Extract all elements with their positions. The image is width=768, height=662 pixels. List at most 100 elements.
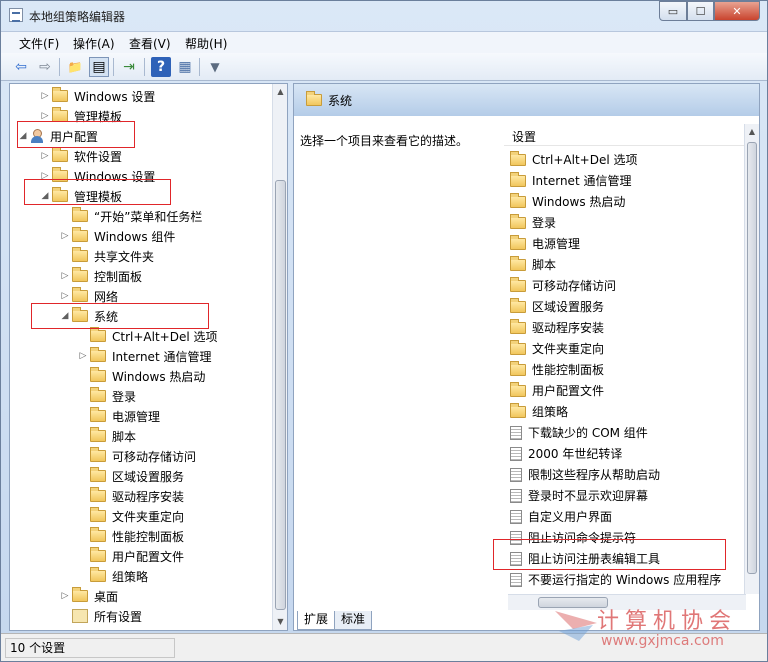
folder-icon — [510, 276, 526, 292]
forward-icon[interactable]: ⇨ — [35, 57, 55, 77]
scroll-up-icon[interactable]: ▲ — [745, 124, 759, 140]
list-item[interactable]: 登录时不显示欢迎屏幕 — [510, 485, 648, 506]
menu-view[interactable]: 查看(V) — [129, 35, 171, 52]
expand-arrow-icon[interactable]: ▷ — [58, 291, 72, 301]
tree-item-label: 用户配置 — [50, 129, 99, 144]
list-item[interactable]: Windows 热启动 — [510, 191, 625, 212]
list-item[interactable]: 不要运行指定的 Windows 应用程序 — [510, 569, 721, 590]
tree-item[interactable]: 驱动程序安装 — [76, 486, 184, 506]
tree-item[interactable]: 性能控制面板 — [76, 526, 184, 546]
hscroll-thumb[interactable] — [538, 597, 608, 608]
tree-item[interactable]: Ctrl+Alt+Del 选项 — [76, 326, 217, 346]
tree-item[interactable]: 所有设置 — [58, 606, 142, 626]
list-item[interactable]: 文件夹重定向 — [510, 338, 604, 359]
tab-extended[interactable]: 扩展 — [297, 611, 336, 630]
tree-item[interactable]: Windows 热启动 — [76, 366, 205, 386]
list-item[interactable]: 自定义用户界面 — [510, 506, 612, 527]
list-item[interactable]: 性能控制面板 — [510, 359, 604, 380]
expand-arrow-icon[interactable]: ▷ — [58, 231, 72, 241]
status-bar: 10 个设置 — [1, 633, 767, 661]
tree-item-label: 管理模板 — [74, 189, 123, 204]
list-item[interactable]: 可移动存储访问 — [510, 275, 616, 296]
expand-arrow-icon[interactable]: ▷ — [38, 151, 52, 161]
tree-item[interactable]: 区域设置服务 — [76, 466, 184, 486]
filter-icon[interactable]: ▼ — [205, 57, 225, 77]
tree-item[interactable]: 共享文件夹 — [58, 246, 154, 266]
scroll-down-icon[interactable]: ▼ — [273, 614, 287, 630]
tree-item-label: 区域设置服务 — [112, 469, 185, 484]
tree-item[interactable]: ▷ Windows 组件 — [58, 226, 175, 246]
expand-arrow-icon[interactable]: ▷ — [58, 271, 72, 281]
toolbar-separator — [144, 58, 145, 76]
show-tree-icon[interactable]: ▤ — [89, 57, 109, 77]
policy-setting-icon — [510, 551, 522, 566]
list-item[interactable]: 驱动程序安装 — [510, 317, 604, 338]
list-hscrollbar[interactable] — [508, 594, 746, 610]
tree-item[interactable]: ▷ 网络 — [58, 286, 118, 306]
tab-standard[interactable]: 标准 — [334, 611, 373, 630]
list-item[interactable]: 下载缺少的 COM 组件 — [510, 422, 648, 443]
minimize-button[interactable]: ▭ — [659, 1, 687, 21]
list-item[interactable]: 限制这些程序从帮助启动 — [510, 464, 660, 485]
column-header-settings[interactable]: 设置 — [504, 128, 744, 146]
scroll-thumb[interactable] — [275, 180, 286, 610]
scroll-up-icon[interactable]: ▲ — [273, 84, 287, 100]
tree-item[interactable]: “开始”菜单和任务栏 — [58, 206, 202, 226]
tree-item[interactable]: 可移动存储访问 — [76, 446, 196, 466]
menu-file[interactable]: 文件(F) — [19, 35, 59, 52]
details-title: 系统 — [328, 93, 353, 108]
maximize-button[interactable]: ☐ — [687, 1, 714, 21]
tree-item[interactable]: 组策略 — [76, 566, 148, 586]
tree-item-system[interactable]: ◢ 系统 — [58, 306, 118, 326]
tree-item[interactable]: ▷ Windows 设置 — [38, 166, 155, 186]
list-item[interactable]: 区域设置服务 — [510, 296, 604, 317]
tree-scrollbar[interactable]: ▲ ▼ — [272, 84, 287, 630]
expand-arrow-icon[interactable]: ▷ — [76, 351, 90, 361]
tree-item[interactable]: 脚本 — [76, 426, 136, 446]
properties-icon[interactable]: ▦ — [175, 57, 195, 77]
tree-item[interactable]: ▷ Internet 通信管理 — [76, 346, 211, 366]
tree-item[interactable]: 文件夹重定向 — [76, 506, 184, 526]
tree-item[interactable]: 用户配置文件 — [76, 546, 184, 566]
close-button[interactable]: ✕ — [714, 1, 760, 21]
up-folder-icon[interactable]: 📁 — [65, 57, 85, 77]
menu-help[interactable]: 帮助(H) — [185, 35, 227, 52]
tree-item[interactable]: ▷ 桌面 — [58, 586, 118, 606]
menu-action[interactable]: 操作(A) — [73, 35, 115, 52]
tree-item[interactable]: ▷ Windows 设置 — [38, 86, 155, 106]
list-scrollbar[interactable]: ▲ — [744, 124, 759, 594]
tree-item[interactable]: ▷ 控制面板 — [58, 266, 142, 286]
expand-arrow-icon[interactable]: ▷ — [38, 91, 52, 101]
policy-setting-icon — [510, 425, 522, 440]
list-item[interactable]: 用户配置文件 — [510, 380, 604, 401]
export-list-icon[interactable]: ⇥ — [119, 57, 139, 77]
list-item[interactable]: 2000 年世纪转译 — [510, 443, 622, 464]
expand-arrow-icon[interactable]: ▷ — [38, 171, 52, 181]
scroll-thumb[interactable] — [747, 142, 757, 574]
list-item[interactable]: 登录 — [510, 212, 556, 233]
expand-arrow-icon[interactable]: ▷ — [38, 111, 52, 121]
tree-item-admin-templates[interactable]: ◢ 管理模板 — [38, 186, 122, 206]
collapse-arrow-icon[interactable]: ◢ — [38, 191, 52, 201]
collapse-arrow-icon[interactable]: ◢ — [58, 311, 72, 321]
expand-arrow-icon[interactable]: ▷ — [58, 591, 72, 601]
tree-item[interactable]: ▷ 软件设置 — [38, 146, 122, 166]
list-item-label: 性能控制面板 — [532, 363, 605, 377]
tree-item-user-config[interactable]: ◢ 用户配置 — [16, 126, 98, 146]
back-icon[interactable]: ⇦ — [11, 57, 31, 77]
folder-icon — [90, 407, 106, 422]
list-item[interactable]: Ctrl+Alt+Del 选项 — [510, 149, 637, 170]
list-item[interactable]: 组策略 — [510, 401, 568, 422]
collapse-arrow-icon[interactable]: ◢ — [16, 131, 30, 141]
tree-item[interactable]: ▷ 管理模板 — [38, 106, 122, 126]
tree-item[interactable]: 登录 — [76, 386, 136, 406]
list-item[interactable]: 阻止访问命令提示符 — [510, 527, 636, 548]
list-item[interactable]: 脚本 — [510, 254, 556, 275]
list-item[interactable]: 电源管理 — [510, 233, 580, 254]
list-item-label: 驱动程序安装 — [532, 321, 605, 335]
folder-icon — [52, 167, 68, 182]
help-icon[interactable]: ? — [151, 57, 171, 77]
tree-item[interactable]: 电源管理 — [76, 406, 160, 426]
list-item[interactable]: Internet 通信管理 — [510, 170, 631, 191]
list-item-registry-tools[interactable]: 阻止访问注册表编辑工具 — [510, 548, 660, 569]
